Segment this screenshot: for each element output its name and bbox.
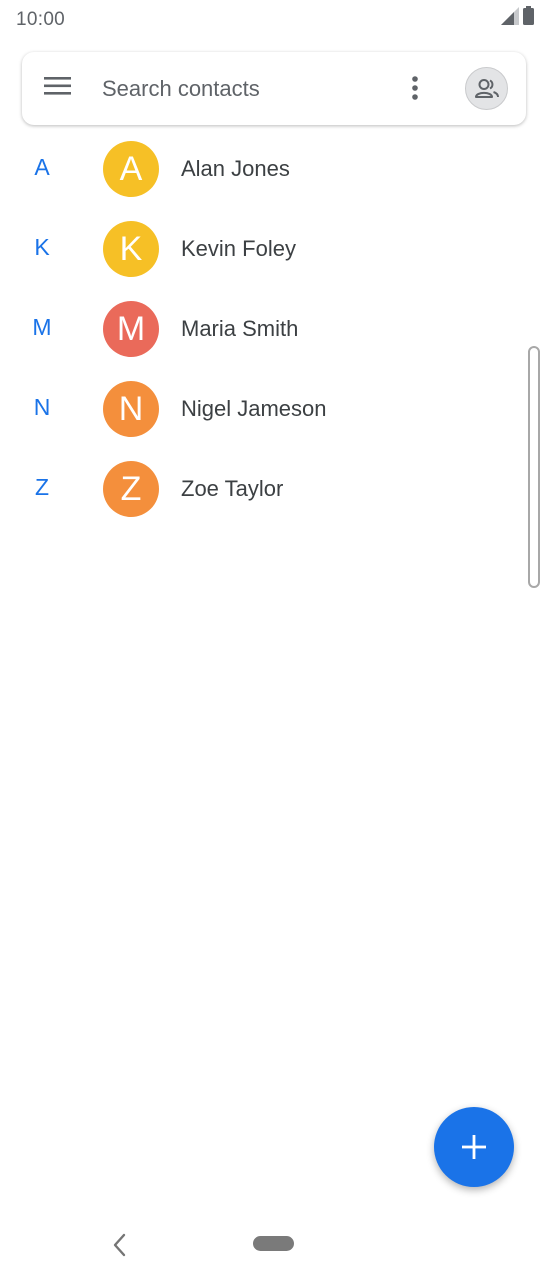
add-icon	[462, 1135, 486, 1159]
contact-list: A A Alan Jones K K Kevin Foley M M Maria…	[0, 129, 548, 529]
search-bar	[22, 52, 526, 125]
avatar: K	[103, 221, 159, 277]
contact-name: Zoe Taylor	[181, 476, 284, 501]
status-icons	[501, 6, 534, 30]
fast-scroll-thumb[interactable]	[528, 346, 540, 588]
avatar: N	[103, 381, 159, 437]
contact-name: Kevin Foley	[181, 236, 296, 261]
account-icon	[474, 78, 499, 98]
section-letter: M	[32, 314, 52, 340]
signal-icon	[501, 7, 519, 30]
avatar: A	[103, 141, 159, 197]
back-icon	[113, 1233, 126, 1257]
account-button[interactable]	[465, 67, 508, 110]
back-button[interactable]	[110, 1232, 130, 1258]
contact-name: Alan Jones	[181, 156, 290, 181]
avatar: M	[103, 301, 159, 357]
search-input[interactable]	[102, 70, 402, 108]
status-time: 10:00	[16, 9, 66, 30]
contact-row[interactable]: N N Nigel Jameson	[0, 369, 548, 449]
section-letter: Z	[34, 474, 50, 500]
contact-row[interactable]: K K Kevin Foley	[0, 209, 548, 289]
battery-icon	[523, 6, 534, 30]
menu-button[interactable]	[44, 75, 82, 103]
add-contact-button[interactable]	[434, 1107, 514, 1187]
contact-name: Maria Smith	[181, 316, 299, 341]
contact-row[interactable]: M M Maria Smith	[0, 289, 548, 369]
section-letter: K	[34, 234, 50, 260]
contacts-screen: 10:00 Search contacts A A Alan Jones K K…	[0, 0, 548, 1278]
more-vert-icon	[412, 76, 418, 100]
more-options-button[interactable]	[402, 71, 428, 107]
home-pill-icon[interactable]	[253, 1236, 294, 1251]
contact-row[interactable]: A A Alan Jones	[0, 129, 548, 209]
section-letter: N	[33, 394, 51, 420]
contact-name: Nigel Jameson	[181, 396, 327, 421]
menu-icon	[44, 77, 71, 95]
avatar: Z	[103, 461, 159, 517]
section-letter: A	[34, 154, 50, 180]
contact-row[interactable]: Z Z Zoe Taylor	[0, 449, 548, 529]
status-bar: 10:00	[0, 0, 548, 40]
